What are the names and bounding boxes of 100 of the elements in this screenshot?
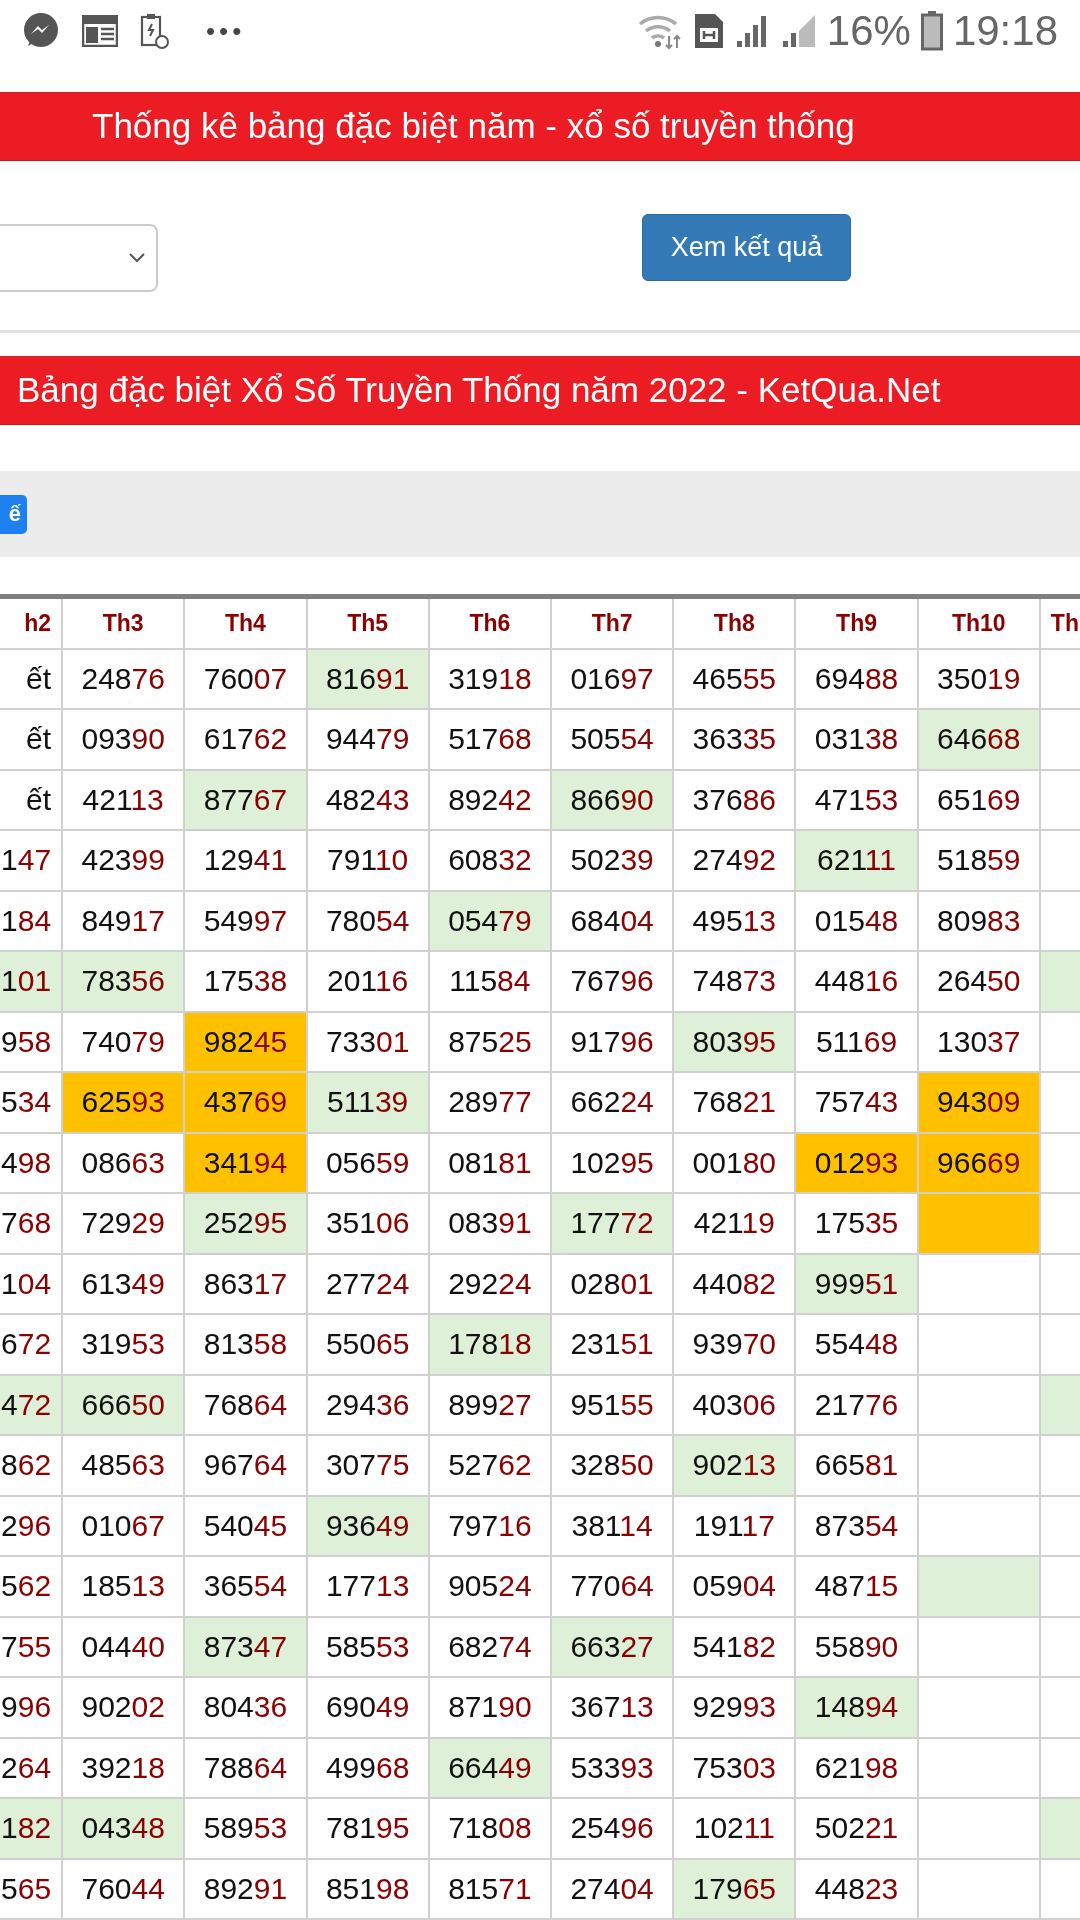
- table-cell: 98245: [184, 1011, 307, 1072]
- year-dropdown[interactable]: [0, 224, 158, 292]
- table-cell: 69488: [795, 648, 918, 709]
- table-cell: 58553: [306, 1616, 429, 1677]
- table-cell: 21776: [795, 1374, 918, 1435]
- table-cell: 51859: [917, 830, 1040, 891]
- table-cell: 76796: [551, 951, 674, 1012]
- table-cell: 66581: [795, 1435, 918, 1496]
- table-cell: 104: [0, 1253, 63, 1314]
- table-cell: 89291: [184, 1858, 307, 1919]
- table-cell: 64668: [917, 709, 1040, 770]
- column-header: Th: [1039, 596, 1080, 649]
- table-cell: 27724: [306, 1253, 429, 1314]
- table-cell: 69049: [306, 1677, 429, 1738]
- table-cell: 862: [0, 1435, 63, 1496]
- action-button[interactable]: ế: [0, 494, 27, 534]
- table-cell: 90202: [62, 1677, 185, 1738]
- table-cell: 46555: [673, 648, 796, 709]
- table-cell: 182: [0, 1798, 63, 1859]
- clipboard-icon: [140, 12, 170, 50]
- table-cell: 76044: [62, 1858, 185, 1919]
- table-cell: 52762: [428, 1435, 551, 1496]
- table-cell: 17965: [673, 1858, 796, 1919]
- table-cell: 66650: [62, 1374, 185, 1435]
- table-cell: 34194: [184, 1132, 307, 1193]
- table-cell: 58953: [184, 1798, 307, 1859]
- table-cell: 23151: [551, 1314, 674, 1375]
- table-cell: 498: [0, 1132, 63, 1193]
- table-cell: 76007: [184, 648, 307, 709]
- table-cell: 96764: [184, 1435, 307, 1496]
- table-cell: 53393: [551, 1737, 674, 1798]
- view-results-button[interactable]: Xem kết quả: [642, 214, 851, 281]
- table-cell: 472: [0, 1374, 63, 1435]
- table-cell: 755: [0, 1616, 63, 1677]
- table-cell: 51169: [795, 1011, 918, 1072]
- table-cell: 50239: [551, 830, 674, 891]
- table-cell: 79716: [428, 1495, 551, 1556]
- table-cell: 25295: [184, 1193, 307, 1254]
- table-cell: 81691: [306, 648, 429, 709]
- battery-percentage: 16%: [826, 10, 911, 52]
- table-cell: 20116: [306, 951, 429, 1012]
- table-cell: 562: [0, 1556, 63, 1617]
- table-cell: 78356: [62, 951, 185, 1012]
- table-cell: 66449: [428, 1737, 551, 1798]
- table-cell: 43769: [184, 1072, 307, 1133]
- table-cell: 296: [0, 1495, 63, 1556]
- table-cell: 28977: [428, 1072, 551, 1133]
- table-cell: 38114: [551, 1495, 674, 1556]
- table-cell: 81571: [428, 1858, 551, 1919]
- table-cell: 76821: [673, 1072, 796, 1133]
- column-header: Th7: [551, 596, 674, 649]
- table-cell: 10211: [673, 1798, 796, 1859]
- overflow-dots[interactable]: •••: [206, 18, 246, 44]
- table-cell: 49513: [673, 890, 796, 951]
- table-cell: 61349: [62, 1253, 185, 1314]
- table-cell: 87190: [428, 1677, 551, 1738]
- table-cell: 99951: [795, 1253, 918, 1314]
- table-cell: 55065: [306, 1314, 429, 1375]
- column-header: Th8: [673, 596, 796, 649]
- table-cell: 87525: [428, 1011, 551, 1072]
- column-header: Th6: [428, 596, 551, 649]
- table-cell: 35106: [306, 1193, 429, 1254]
- table-cell: ết: [0, 648, 63, 709]
- table-cell: 44823: [795, 1858, 918, 1919]
- table-cell: 50554: [551, 709, 674, 770]
- table-cell: 01548: [795, 890, 918, 951]
- table-cell: 30775: [306, 1435, 429, 1496]
- section-header: Thống kê bảng đặc biệt năm - xổ số truyền thống: [0, 92, 1080, 161]
- table-cell: 05904: [673, 1556, 796, 1617]
- table-cell: 87354: [795, 1495, 918, 1556]
- table-cell: 25496: [551, 1798, 674, 1859]
- table-cell: 79110: [306, 830, 429, 891]
- column-header: Th9: [795, 596, 918, 649]
- table-cell: 11584: [428, 951, 551, 1012]
- table-cell: 77064: [551, 1556, 674, 1617]
- table-cell: 87767: [184, 769, 307, 830]
- table-cell: 71808: [428, 1798, 551, 1859]
- column-header: Th5: [306, 596, 429, 649]
- table-cell: 49968: [306, 1737, 429, 1798]
- table-cell: 74873: [673, 951, 796, 1012]
- table-cell: 17818: [428, 1314, 551, 1375]
- table-cell: 48243: [306, 769, 429, 830]
- table-cell: 95155: [551, 1374, 674, 1435]
- table-cell: 76864: [184, 1374, 307, 1435]
- table-cell: 996: [0, 1677, 63, 1738]
- table-cell: 85198: [306, 1858, 429, 1919]
- table-cell: 54182: [673, 1616, 796, 1677]
- table-cell: 31918: [428, 648, 551, 709]
- table-cell: 05659: [306, 1132, 429, 1193]
- table-cell: 68404: [551, 890, 674, 951]
- table-cell: 55448: [795, 1314, 918, 1375]
- table-cell: 78864: [184, 1737, 307, 1798]
- table-cell: 17535: [795, 1193, 918, 1254]
- table-cell: 24876: [62, 648, 185, 709]
- table-cell: 66224: [551, 1072, 674, 1133]
- table-cell: 87347: [184, 1616, 307, 1677]
- table-cell: 90213: [673, 1435, 796, 1496]
- column-header: Th3: [62, 596, 185, 649]
- table-cell: 89242: [428, 769, 551, 830]
- table-cell: 08181: [428, 1132, 551, 1193]
